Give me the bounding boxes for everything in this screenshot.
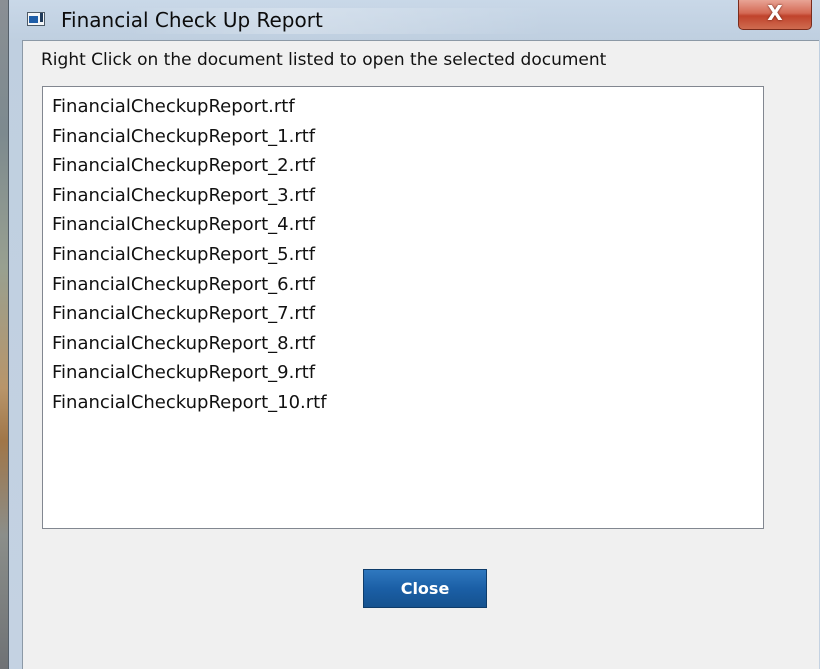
instruction-text: Right Click on the document listed to op… <box>41 50 607 70</box>
list-item[interactable]: FinancialCheckupReport_3.rtf <box>43 181 763 211</box>
app-window-icon[interactable] <box>27 12 45 26</box>
close-icon[interactable]: X <box>738 0 812 30</box>
list-item[interactable]: FinancialCheckupReport_7.rtf <box>43 299 763 329</box>
window-title: Financial Check Up Report <box>61 8 323 32</box>
list-item[interactable]: FinancialCheckupReport_10.rtf <box>43 388 763 418</box>
list-item[interactable]: FinancialCheckupReport_4.rtf <box>43 210 763 240</box>
list-item[interactable]: FinancialCheckupReport_2.rtf <box>43 151 763 181</box>
list-item[interactable]: FinancialCheckupReport_1.rtf <box>43 122 763 152</box>
list-item[interactable]: FinancialCheckupReport_8.rtf <box>43 329 763 359</box>
document-list[interactable]: FinancialCheckupReport.rtf FinancialChec… <box>42 86 764 529</box>
title-bar[interactable]: Financial Check Up Report X <box>9 0 820 40</box>
list-item[interactable]: FinancialCheckupReport_5.rtf <box>43 240 763 270</box>
list-item[interactable]: FinancialCheckupReport_6.rtf <box>43 270 763 300</box>
list-item[interactable]: FinancialCheckupReport.rtf <box>43 92 763 122</box>
close-button[interactable]: Close <box>363 569 487 608</box>
list-item[interactable]: FinancialCheckupReport_9.rtf <box>43 358 763 388</box>
